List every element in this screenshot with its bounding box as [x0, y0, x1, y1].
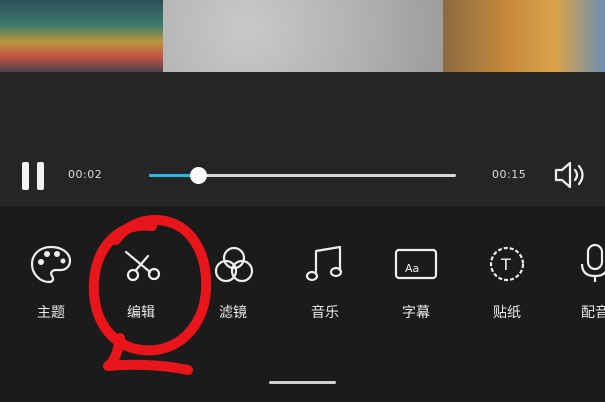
filter-circles-icon: [214, 246, 254, 283]
current-time: 00:02: [68, 168, 103, 181]
tool-subtitle[interactable]: Aa 字幕: [381, 240, 451, 330]
speaker-icon: [554, 161, 584, 189]
total-time: 00:15: [492, 168, 527, 181]
tool-theme[interactable]: 主题: [16, 240, 86, 330]
tool-filter[interactable]: 滤镜: [198, 240, 268, 330]
video-frame-center: [163, 0, 443, 72]
tool-sticker[interactable]: T 贴纸: [472, 240, 542, 330]
palette-icon: [30, 245, 72, 284]
tool-filter-label: 滤镜: [219, 305, 247, 321]
tool-sticker-label: 贴纸: [493, 305, 521, 321]
sticker-t-icon: T: [489, 246, 525, 282]
home-indicator[interactable]: [269, 381, 336, 384]
subtitle-aa-icon: Aa: [394, 248, 438, 280]
tool-edit[interactable]: 编辑: [106, 240, 176, 330]
tool-theme-label: 主题: [37, 305, 65, 321]
progress-slider[interactable]: [149, 167, 456, 184]
microphone-icon: [580, 243, 605, 282]
scissors-icon: [124, 250, 161, 282]
tool-edit-label: 编辑: [127, 305, 155, 321]
video-preview-strip: [0, 0, 605, 72]
pause-icon-bar-left: [22, 162, 29, 190]
progress-thumb[interactable]: [190, 167, 208, 184]
pause-button[interactable]: [22, 162, 44, 190]
edit-tool-bar: 主题 编辑 滤镜 音乐 Aa 字幕 T 贴纸 配音: [0, 206, 605, 402]
player-panel: 00:02 00:15: [0, 72, 605, 206]
pause-icon-bar-right: [37, 162, 44, 190]
volume-button[interactable]: [553, 160, 589, 190]
tool-music[interactable]: 音乐: [290, 240, 360, 330]
tool-dubbing[interactable]: 配音: [560, 240, 605, 330]
video-frame-right: [443, 0, 605, 72]
tool-music-label: 音乐: [311, 305, 339, 321]
tool-subtitle-label: 字幕: [402, 305, 430, 321]
music-note-icon: [305, 245, 343, 282]
svg-text:Aa: Aa: [405, 262, 419, 275]
video-frame-left: [0, 0, 163, 72]
tool-dubbing-label: 配音: [581, 305, 605, 321]
svg-text:T: T: [500, 255, 511, 274]
